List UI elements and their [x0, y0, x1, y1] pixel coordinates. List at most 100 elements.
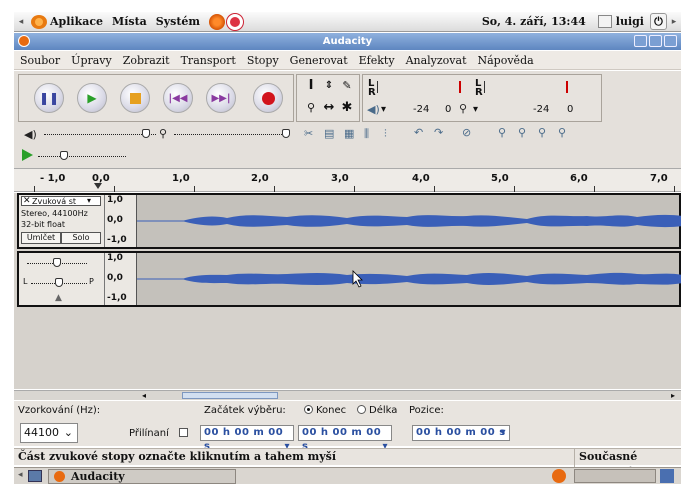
- gnome-foot-icon[interactable]: [31, 14, 47, 29]
- record-meter-bar: [484, 81, 568, 93]
- zoom-in-icon[interactable]: ⚲: [498, 126, 506, 139]
- ruler-label: 5,0: [491, 173, 509, 184]
- copy-icon[interactable]: ▤: [324, 127, 334, 140]
- undo-icon[interactable]: ↶: [414, 126, 423, 139]
- menu-generate[interactable]: Generovat: [290, 54, 348, 67]
- menu-effects[interactable]: Efekty: [359, 54, 395, 67]
- output-volume-slider[interactable]: [44, 134, 156, 135]
- scale-label: -1,0: [107, 235, 127, 245]
- fit-selection-icon[interactable]: ⚲: [538, 126, 546, 139]
- horizontal-scrollbar[interactable]: ◂ ▸: [14, 390, 681, 400]
- scroll-right-icon[interactable]: ▸: [671, 391, 675, 400]
- panel-menu-places[interactable]: Místa: [112, 15, 147, 28]
- tray-app-icon[interactable]: [552, 469, 566, 483]
- waveform-area[interactable]: [137, 195, 681, 247]
- draw-tool-icon[interactable]: ✎: [339, 78, 355, 94]
- stop-button[interactable]: [120, 83, 150, 113]
- sample-rate-select[interactable]: 44100 ⌄: [20, 423, 78, 443]
- paste-icon[interactable]: ▦: [344, 127, 354, 140]
- play-speed-knob[interactable]: [60, 151, 68, 160]
- ubuntu-logo-icon[interactable]: [209, 13, 226, 30]
- gain-knob[interactable]: [53, 258, 61, 267]
- taskbar-window-button[interactable]: Audacity: [48, 469, 236, 484]
- scale-label: -1,0: [107, 293, 127, 303]
- record-button[interactable]: [253, 83, 283, 113]
- waveform-area[interactable]: [137, 253, 681, 305]
- selection-tool-icon[interactable]: I: [303, 78, 319, 94]
- menu-transport[interactable]: Transport: [181, 54, 236, 67]
- timeline-ruler[interactable]: - 1,0 0,0 1,0 2,0 3,0 4,0 5,0 6,0 7,0: [14, 168, 681, 192]
- scrollbar-thumb[interactable]: [182, 392, 278, 399]
- trash-icon[interactable]: [660, 469, 674, 483]
- zoom-out-icon[interactable]: ⚲: [518, 126, 526, 139]
- play-speed-slider[interactable]: [38, 156, 126, 157]
- menu-edit[interactable]: Úpravy: [71, 54, 112, 67]
- close-icon[interactable]: [664, 35, 677, 47]
- play-at-speed-icon[interactable]: [22, 149, 33, 161]
- collapse-track-icon[interactable]: ▲: [55, 293, 62, 303]
- end-radio[interactable]: Konec: [304, 405, 346, 416]
- audio-track-right-channel[interactable]: L P ▲ 1,0 0,0 -1,0: [17, 251, 681, 307]
- play-head-marker-icon[interactable]: [94, 183, 102, 189]
- user-checkbox-icon[interactable]: [597, 15, 612, 28]
- input-volume-knob[interactable]: [282, 129, 290, 138]
- audio-track-left-channel[interactable]: ✕ Zvuková st ▾ Stereo, 44100Hz 32-bit fl…: [17, 193, 681, 249]
- menu-analyze[interactable]: Analyzovat: [406, 54, 467, 67]
- fit-project-icon[interactable]: ⚲: [558, 126, 566, 139]
- sample-rate-label: Vzorkování (Hz):: [18, 405, 101, 416]
- panel-right-arrow-icon[interactable]: ▸: [667, 17, 681, 27]
- panel-left-arrow-icon[interactable]: ◂: [14, 17, 28, 27]
- selection-end-time[interactable]: 00 h 00 m 00 s ▾: [298, 425, 392, 452]
- audacity-window-icon[interactable]: [18, 35, 30, 47]
- play-button[interactable]: ▶: [77, 83, 107, 113]
- microphone-icon[interactable]: ⚲: [459, 102, 467, 115]
- cut-icon[interactable]: ✂: [304, 127, 313, 140]
- position-time[interactable]: 00 h 00 m 00 s ▾: [412, 425, 510, 441]
- workspace-switcher[interactable]: [574, 469, 656, 483]
- length-radio[interactable]: Délka: [357, 405, 397, 416]
- selection-start-time[interactable]: 00 h 00 m 00 s ▾: [200, 425, 294, 452]
- panel-user[interactable]: luigi: [616, 15, 644, 28]
- panel-menu-applications[interactable]: Aplikace: [50, 15, 103, 28]
- minimize-icon[interactable]: [634, 35, 647, 47]
- power-icon[interactable]: ⏻: [650, 13, 667, 30]
- panel-clock[interactable]: So, 4. září, 13:44: [482, 15, 586, 28]
- menu-view[interactable]: Zobrazit: [123, 54, 170, 67]
- scroll-left-icon[interactable]: ◂: [142, 391, 146, 400]
- tools-toolbar: I ⇕ ✎ ⚲ ↔ ✱: [296, 74, 360, 122]
- mute-button[interactable]: Umlčet: [21, 232, 61, 244]
- trim-icon[interactable]: ⫼: [364, 127, 369, 141]
- output-volume-knob[interactable]: [142, 129, 150, 138]
- help-lifebuoy-icon[interactable]: [227, 13, 244, 30]
- menu-tracks[interactable]: Stopy: [247, 54, 279, 67]
- pause-button[interactable]: ❚❚: [34, 83, 64, 113]
- menu-file[interactable]: Soubor: [20, 54, 60, 67]
- record-meter-dropdown-icon[interactable]: ▾: [473, 104, 478, 115]
- window-titlebar[interactable]: Audacity: [14, 33, 681, 50]
- play-meter-dropdown-icon[interactable]: ▾: [381, 104, 386, 115]
- window-title: Audacity: [322, 36, 373, 47]
- snap-checkbox[interactable]: [179, 428, 188, 439]
- multi-tool-icon[interactable]: ✱: [339, 100, 355, 116]
- speaker-icon[interactable]: ◀): [367, 103, 380, 116]
- menu-help[interactable]: Nápověda: [478, 54, 534, 67]
- panel-menu-system[interactable]: Systém: [156, 15, 200, 28]
- skip-start-button[interactable]: |◀◀: [163, 83, 193, 113]
- show-desktop-icon[interactable]: [28, 470, 42, 482]
- zoom-tool-icon[interactable]: ⚲: [303, 100, 319, 116]
- track-menu-arrow-icon[interactable]: ▾: [87, 196, 91, 205]
- sync-lock-icon[interactable]: ⊘: [462, 126, 471, 139]
- taskbar-left-arrow-icon[interactable]: ◂: [18, 470, 23, 480]
- maximize-icon[interactable]: [649, 35, 662, 47]
- skip-end-button[interactable]: ▶▶|: [206, 83, 236, 113]
- input-volume-slider[interactable]: [174, 134, 284, 135]
- track-close-icon[interactable]: ✕: [23, 196, 31, 206]
- solo-button[interactable]: Solo: [61, 232, 101, 244]
- envelope-tool-icon[interactable]: ⇕: [321, 78, 337, 94]
- ruler-label: 6,0: [570, 173, 588, 184]
- pan-knob[interactable]: [55, 278, 63, 287]
- end-radio-label: Konec: [316, 405, 347, 416]
- silence-icon[interactable]: ⫶: [384, 127, 387, 141]
- timeshift-tool-icon[interactable]: ↔: [321, 100, 337, 116]
- redo-icon[interactable]: ↷: [434, 126, 443, 139]
